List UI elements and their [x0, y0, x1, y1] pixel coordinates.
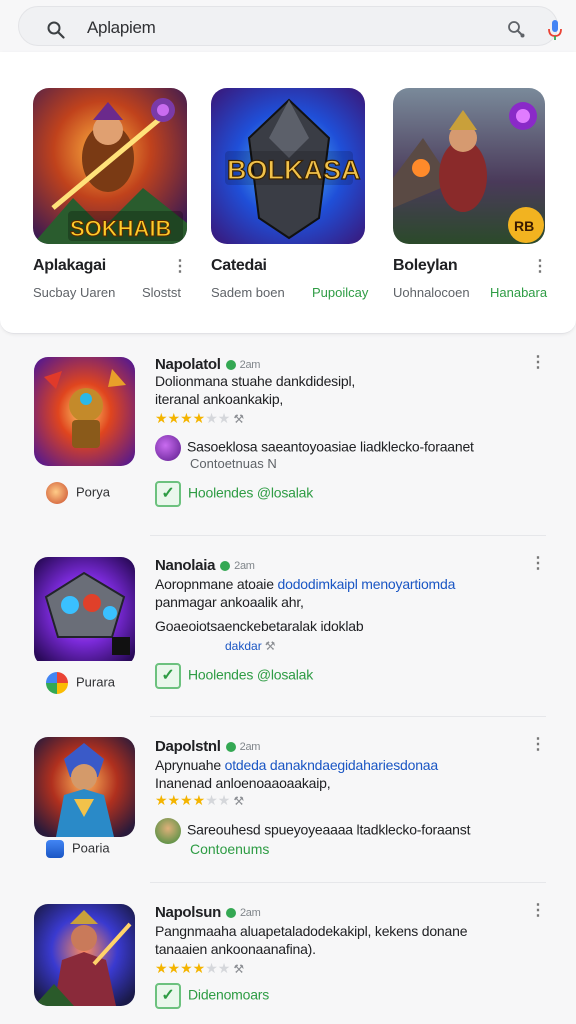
- featured-name-2[interactable]: Catedai: [211, 257, 267, 275]
- divider: [150, 882, 546, 883]
- featured-section: SOKHAIB Aplakagai ⋮ Sucbay Uaren Slostst: [0, 52, 576, 334]
- install-status[interactable]: ✓ Hoolendes @losalak: [155, 481, 313, 507]
- platform-label: Poaria: [46, 840, 110, 858]
- search-query[interactable]: Aplapiem: [87, 18, 156, 38]
- featured-name-3[interactable]: Boleylan: [393, 257, 458, 275]
- install-status[interactable]: ✓ Hoolendes @losalak: [155, 663, 313, 689]
- app-icon[interactable]: [34, 737, 135, 837]
- featured-name-1[interactable]: Aplakagai: [33, 257, 106, 275]
- app-icon[interactable]: [34, 904, 135, 1006]
- more-icon[interactable]: ⋮: [530, 352, 546, 372]
- app-description: Pangnmaaha aluapetaladodekakipl, kekens …: [155, 923, 468, 957]
- app-description: Aoropnmane atoaie dododimkaipl menoyarti…: [155, 576, 456, 634]
- lens-icon[interactable]: [506, 20, 526, 38]
- app-icon[interactable]: [34, 357, 135, 466]
- platform-label: Porya: [46, 482, 110, 504]
- app-description: Dolionmana stuahe dankdidesipl, iteranal…: [155, 373, 356, 407]
- verified-icon: [225, 360, 236, 371]
- verified-icon: [225, 908, 236, 919]
- svg-text:RB: RB: [514, 218, 534, 234]
- app-title[interactable]: Dapolstnl 2am: [155, 738, 260, 755]
- author-subtitle: Contoetnuas N: [190, 456, 277, 471]
- featured-tag-2: Pupoilcay: [312, 285, 369, 300]
- app-title[interactable]: Nanolaia 2am: [155, 557, 255, 574]
- search-icon[interactable]: [47, 21, 65, 39]
- featured-tag-1: Slostst: [142, 285, 182, 300]
- check-icon: ✓: [155, 663, 181, 689]
- verified-icon: [225, 742, 236, 753]
- app-description: Aprynuahe otdeda danakndaegidahariesdona…: [155, 757, 438, 791]
- platform-icon: [46, 840, 64, 858]
- featured-art-1[interactable]: SOKHAIB: [33, 88, 187, 244]
- featured-art-2[interactable]: BOLKASA: [211, 88, 365, 244]
- mic-icon[interactable]: [547, 19, 563, 41]
- rating-stars: ★★★★★★ ⚒: [155, 410, 245, 426]
- featured-tag-3: Hanabara: [490, 285, 548, 300]
- app-title[interactable]: Napolsun 2am: [155, 904, 261, 921]
- divider: [150, 716, 546, 717]
- rating-label: dakdar ⚒: [225, 639, 276, 653]
- avatar: [155, 435, 181, 461]
- more-icon[interactable]: ⋮: [532, 256, 548, 276]
- more-icon[interactable]: ⋮: [530, 900, 546, 920]
- rating-stars: ★★★★★★ ⚒: [155, 960, 245, 976]
- check-icon: ✓: [155, 983, 181, 1009]
- more-icon[interactable]: ⋮: [530, 734, 546, 754]
- verified-icon: [220, 561, 231, 572]
- author-subtitle: Contoenums: [190, 841, 270, 857]
- install-status[interactable]: ✓ Didenomoars: [155, 983, 269, 1009]
- divider: [150, 535, 546, 536]
- platform-icon: [46, 672, 68, 694]
- featured-sub-3: Uohnalocoen: [393, 285, 470, 300]
- featured-art-2-title: BOLKASA: [227, 155, 361, 185]
- app-icon[interactable]: [34, 557, 135, 666]
- avatar: [155, 818, 181, 844]
- app-title[interactable]: Napolatol 2am: [155, 356, 260, 373]
- featured-sub-2: Sadem boen: [211, 285, 285, 300]
- more-icon[interactable]: ⋮: [172, 256, 188, 276]
- platform-icon: [46, 482, 68, 504]
- search-bar[interactable]: Aplapiem: [18, 6, 562, 46]
- platform-label: Purara: [46, 672, 115, 694]
- check-icon: ✓: [155, 481, 181, 507]
- rating-stars: ★★★★★★ ⚒: [155, 792, 245, 808]
- featured-art-3[interactable]: RB: [393, 88, 545, 244]
- featured-art-1-title: SOKHAIB: [70, 216, 171, 241]
- featured-sub-1: Sucbay Uaren: [33, 285, 116, 300]
- more-icon[interactable]: ⋮: [530, 553, 546, 573]
